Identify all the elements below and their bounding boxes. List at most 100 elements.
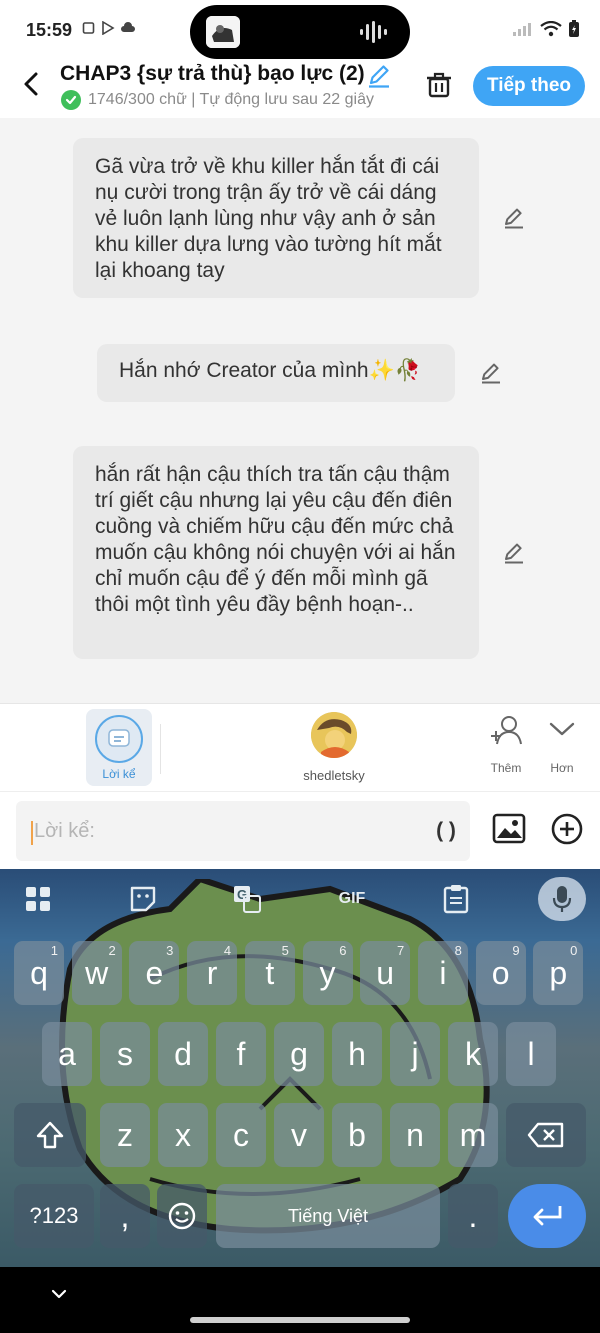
svg-text:G: G	[237, 887, 247, 902]
space-key[interactable]: Tiếng Việt	[216, 1184, 440, 1248]
add-button[interactable]	[550, 812, 584, 846]
key-g[interactable]: g	[274, 1022, 324, 1086]
key-y[interactable]: y6	[302, 941, 353, 1005]
shift-icon	[36, 1121, 64, 1149]
add-label: Thêm	[490, 761, 522, 775]
chevron-down-icon	[549, 722, 575, 736]
next-button[interactable]: Tiếp theo	[473, 66, 585, 106]
pencil-icon	[482, 363, 500, 384]
trash-icon	[427, 72, 451, 98]
key-label: i	[439, 954, 447, 991]
message-bubble[interactable]: Gã vừa trở về khu killer hắn tắt đi cái …	[73, 138, 479, 298]
voice-input-button[interactable]	[538, 877, 586, 921]
symbols-key[interactable]: ?123	[14, 1184, 94, 1248]
key-f[interactable]: f	[216, 1022, 266, 1086]
key-x[interactable]: x	[158, 1103, 208, 1167]
play-store-icon	[101, 20, 115, 36]
key-c[interactable]: c	[216, 1103, 266, 1167]
key-s[interactable]: s	[100, 1022, 150, 1086]
comma-key[interactable]: ,	[100, 1184, 150, 1248]
key-o[interactable]: o9	[475, 941, 526, 1005]
key-label: r	[206, 954, 218, 991]
save-status: 1746/300 chữ | Tự động lưu sau 22 giây	[61, 90, 374, 110]
key-t[interactable]: t5	[244, 941, 295, 1005]
backspace-key[interactable]	[506, 1103, 586, 1167]
hide-keyboard-icon[interactable]	[50, 1285, 68, 1303]
audio-wave-icon	[360, 21, 387, 43]
plus-circle-icon	[551, 813, 583, 845]
message-bubble[interactable]: Hắn nhớ Creator của mình✨🥀	[97, 344, 455, 402]
screen-icon	[82, 21, 96, 35]
sticker-button[interactable]	[127, 883, 159, 915]
pencil-icon	[369, 65, 389, 88]
delete-button[interactable]	[424, 70, 454, 100]
key-q[interactable]: q1	[14, 941, 64, 1005]
shift-key[interactable]	[14, 1103, 86, 1167]
back-button[interactable]	[18, 70, 46, 98]
key-z[interactable]: z	[100, 1103, 150, 1167]
key-d[interactable]: d	[158, 1022, 208, 1086]
key-h[interactable]: h	[332, 1022, 382, 1086]
key-hint-number: 7	[396, 943, 405, 958]
narration-input[interactable]	[34, 815, 394, 847]
emoji-key[interactable]	[157, 1184, 207, 1248]
chevron-left-icon	[24, 72, 38, 96]
key-i[interactable]: i8	[417, 941, 468, 1005]
key-b[interactable]: b	[332, 1103, 382, 1167]
keyboard-toolbar: G GIF	[0, 869, 600, 929]
key-label: q	[30, 954, 48, 991]
narrator-selector[interactable]: Lời kể	[86, 709, 152, 786]
message-text: hắn rất hận cậu thích tra tấn cậu thậm t…	[95, 463, 456, 616]
translate-button[interactable]: G	[231, 883, 263, 915]
insert-image-button[interactable]	[492, 812, 526, 846]
key-label: e	[145, 954, 164, 991]
key-hint-number: 0	[570, 943, 578, 958]
key-w[interactable]: w2	[71, 941, 122, 1005]
character-selector[interactable]: shedletsky	[300, 712, 368, 783]
key-l[interactable]: l	[506, 1022, 556, 1086]
add-character-button[interactable]: Thêm	[484, 714, 528, 775]
parentheses-button[interactable]: ( )	[424, 815, 468, 847]
chapter-title[interactable]: CHAP3 {sự trả thù} bạo lực (2)	[60, 62, 365, 86]
apps-grid-button[interactable]	[22, 883, 54, 915]
key-j[interactable]: j	[390, 1022, 440, 1086]
story-content: Gã vừa trở về khu killer hắn tắt đi cái …	[0, 118, 600, 703]
check-icon	[61, 90, 81, 110]
key-hint-number: 3	[166, 943, 174, 958]
key-label: p	[549, 954, 568, 991]
message-text: Hắn nhớ Creator của mình✨🥀	[119, 359, 421, 382]
clipboard-button[interactable]	[440, 883, 472, 915]
battery-icon	[569, 20, 579, 37]
message-bubble[interactable]: hắn rất hận cậu thích tra tấn cậu thậm t…	[73, 446, 479, 659]
composer-box: ( )	[16, 801, 470, 861]
edit-message-button[interactable]	[502, 541, 526, 565]
enter-icon	[533, 1206, 562, 1226]
edit-message-button[interactable]	[479, 361, 503, 385]
gif-button[interactable]: GIF	[330, 883, 374, 915]
speaker-bar: Lời kể shedletsky Thêm Hơn	[0, 703, 600, 791]
edit-message-button[interactable]	[502, 206, 526, 230]
sticker-icon	[130, 886, 156, 912]
enter-key[interactable]	[508, 1184, 586, 1248]
key-m[interactable]: m	[448, 1103, 498, 1167]
period-key[interactable]: .	[448, 1184, 498, 1248]
key-label: o	[491, 954, 510, 991]
key-r[interactable]: r4	[187, 941, 238, 1005]
clipboard-icon	[443, 885, 469, 914]
more-button[interactable]: Hơn	[540, 714, 584, 775]
key-hint-number: 8	[454, 943, 462, 958]
status-time: 15:59	[26, 20, 73, 40]
grid-icon	[26, 887, 50, 911]
key-u[interactable]: u7	[360, 941, 411, 1005]
editor-header: CHAP3 {sự trả thù} bạo lực (2) 1746/300 …	[0, 60, 600, 118]
key-v[interactable]: v	[274, 1103, 324, 1167]
key-a[interactable]: a	[42, 1022, 92, 1086]
key-k[interactable]: k	[448, 1022, 498, 1086]
key-p[interactable]: p0	[533, 941, 584, 1005]
key-hint-number: 4	[223, 943, 232, 958]
edit-title-button[interactable]	[366, 63, 392, 89]
key-e[interactable]: e3	[129, 941, 180, 1005]
key-n[interactable]: n	[390, 1103, 440, 1167]
key-label: u	[376, 954, 395, 991]
home-handle[interactable]	[190, 1317, 410, 1323]
